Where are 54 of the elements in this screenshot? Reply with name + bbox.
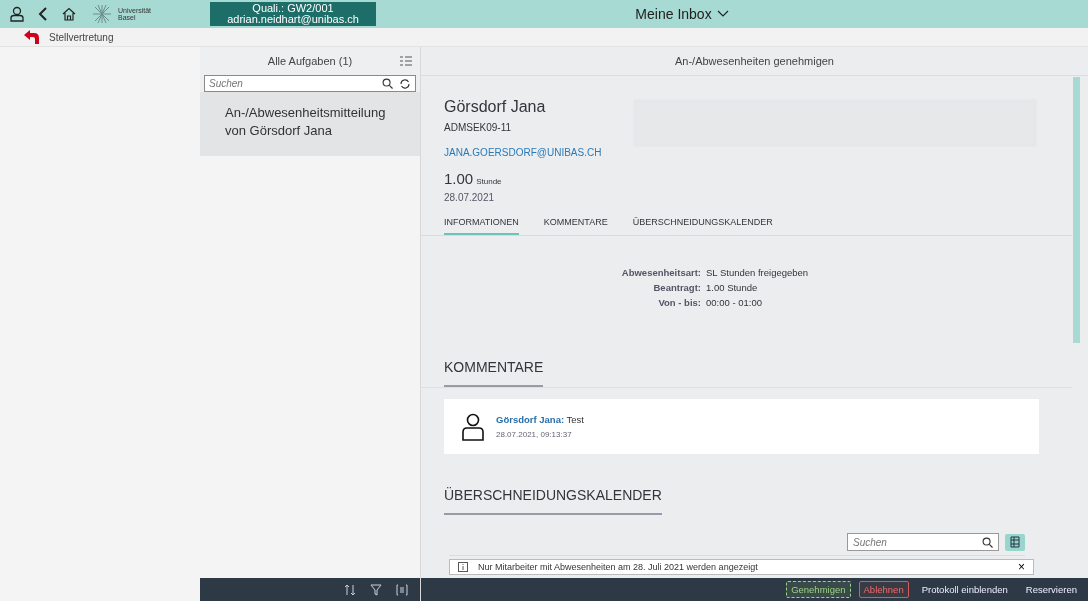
search-icon[interactable] (382, 78, 393, 89)
comment-text: Görsdorf Jana: Test (496, 414, 584, 425)
user-role: Quali.: GW2/001 (252, 3, 334, 14)
field-label: Von - bis: (657, 297, 701, 308)
email-link[interactable]: JANA.GOERSDORF@UNIBAS.CH (444, 147, 602, 158)
field-value: 1.00 Stunde (706, 282, 758, 293)
close-button[interactable]: × (1018, 561, 1025, 573)
field-value: 00:00 - 01:00 (706, 297, 762, 308)
field-label: Beantragt: (652, 282, 701, 293)
chevron-down-icon (716, 10, 729, 18)
comment-time: 28.07.2021, 09:13:37 (496, 430, 573, 439)
notice-text: Nur Mitarbeiter mit Abwesenheiten am 28. Juli 2021 werden angezeigt (478, 562, 759, 572)
snowflake-logo-icon (90, 4, 114, 24)
back-icon[interactable] (38, 7, 48, 21)
footer-button[interactable]: Genehmigen (786, 581, 851, 598)
amount-unit: Stunde (476, 177, 502, 186)
tab[interactable]: ÜBERSCHNEIDUNGSKALENDER (632, 217, 773, 235)
employee-id: ADMSEK09-11 (444, 122, 512, 133)
tab[interactable]: INFORMATIONEN (444, 217, 519, 235)
group-icon[interactable] (396, 583, 408, 596)
search-field[interactable]: Suchen (847, 533, 999, 551)
user-email: adrian.neidhart@unibas.ch (227, 14, 359, 25)
list-icon (1010, 536, 1020, 548)
detail-title: An-/Abwesenheiten genehmigen (421, 47, 1088, 76)
checklist-icon[interactable] (400, 55, 412, 67)
footer-button[interactable]: Ablehnen (858, 581, 909, 598)
footer-button[interactable]: Reservieren (1020, 581, 1082, 598)
search-icon[interactable] (982, 536, 993, 548)
inbox-title-button[interactable]: Meine Inbox (631, 4, 733, 24)
breadcrumb-link[interactable]: Stellvertretung (49, 31, 114, 43)
footer-button[interactable]: Protokoll einblenden (916, 581, 1013, 598)
search-input[interactable]: Suchen (209, 78, 376, 89)
home-icon[interactable] (62, 7, 76, 21)
person-icon (462, 412, 484, 441)
field-label: Abwesenheitsart: (620, 267, 701, 278)
tab[interactable]: KOMMENTARE (543, 217, 608, 235)
info-icon (458, 562, 468, 572)
employee-name: Görsdorf Jana (444, 98, 546, 116)
section-heading: ÜBERSCHNEIDUNGSKALENDER (444, 487, 662, 515)
field-value: SL Stunden freigegeben (706, 267, 809, 278)
sort-icon[interactable] (344, 583, 356, 596)
return-arrow-icon[interactable] (24, 30, 40, 44)
refresh-icon[interactable] (399, 77, 411, 90)
table-settings-button[interactable] (1005, 533, 1025, 551)
user-icon[interactable] (10, 6, 24, 22)
scrollbar-thumb[interactable] (1073, 77, 1080, 343)
search-field[interactable]: Suchen (204, 75, 416, 92)
request-date: 28.07.2021 (444, 192, 495, 203)
section-heading: KOMMENTARE (444, 359, 544, 387)
filter-icon[interactable] (370, 583, 382, 596)
task-list-item[interactable]: An-/Abwesenheitsmitteilung von Görsdorf Jana (200, 92, 420, 156)
list-title: Alle Aufgaben (1) (267, 55, 353, 67)
amount-value: 1.00 (444, 170, 474, 187)
search-input[interactable]: Suchen (853, 536, 982, 548)
